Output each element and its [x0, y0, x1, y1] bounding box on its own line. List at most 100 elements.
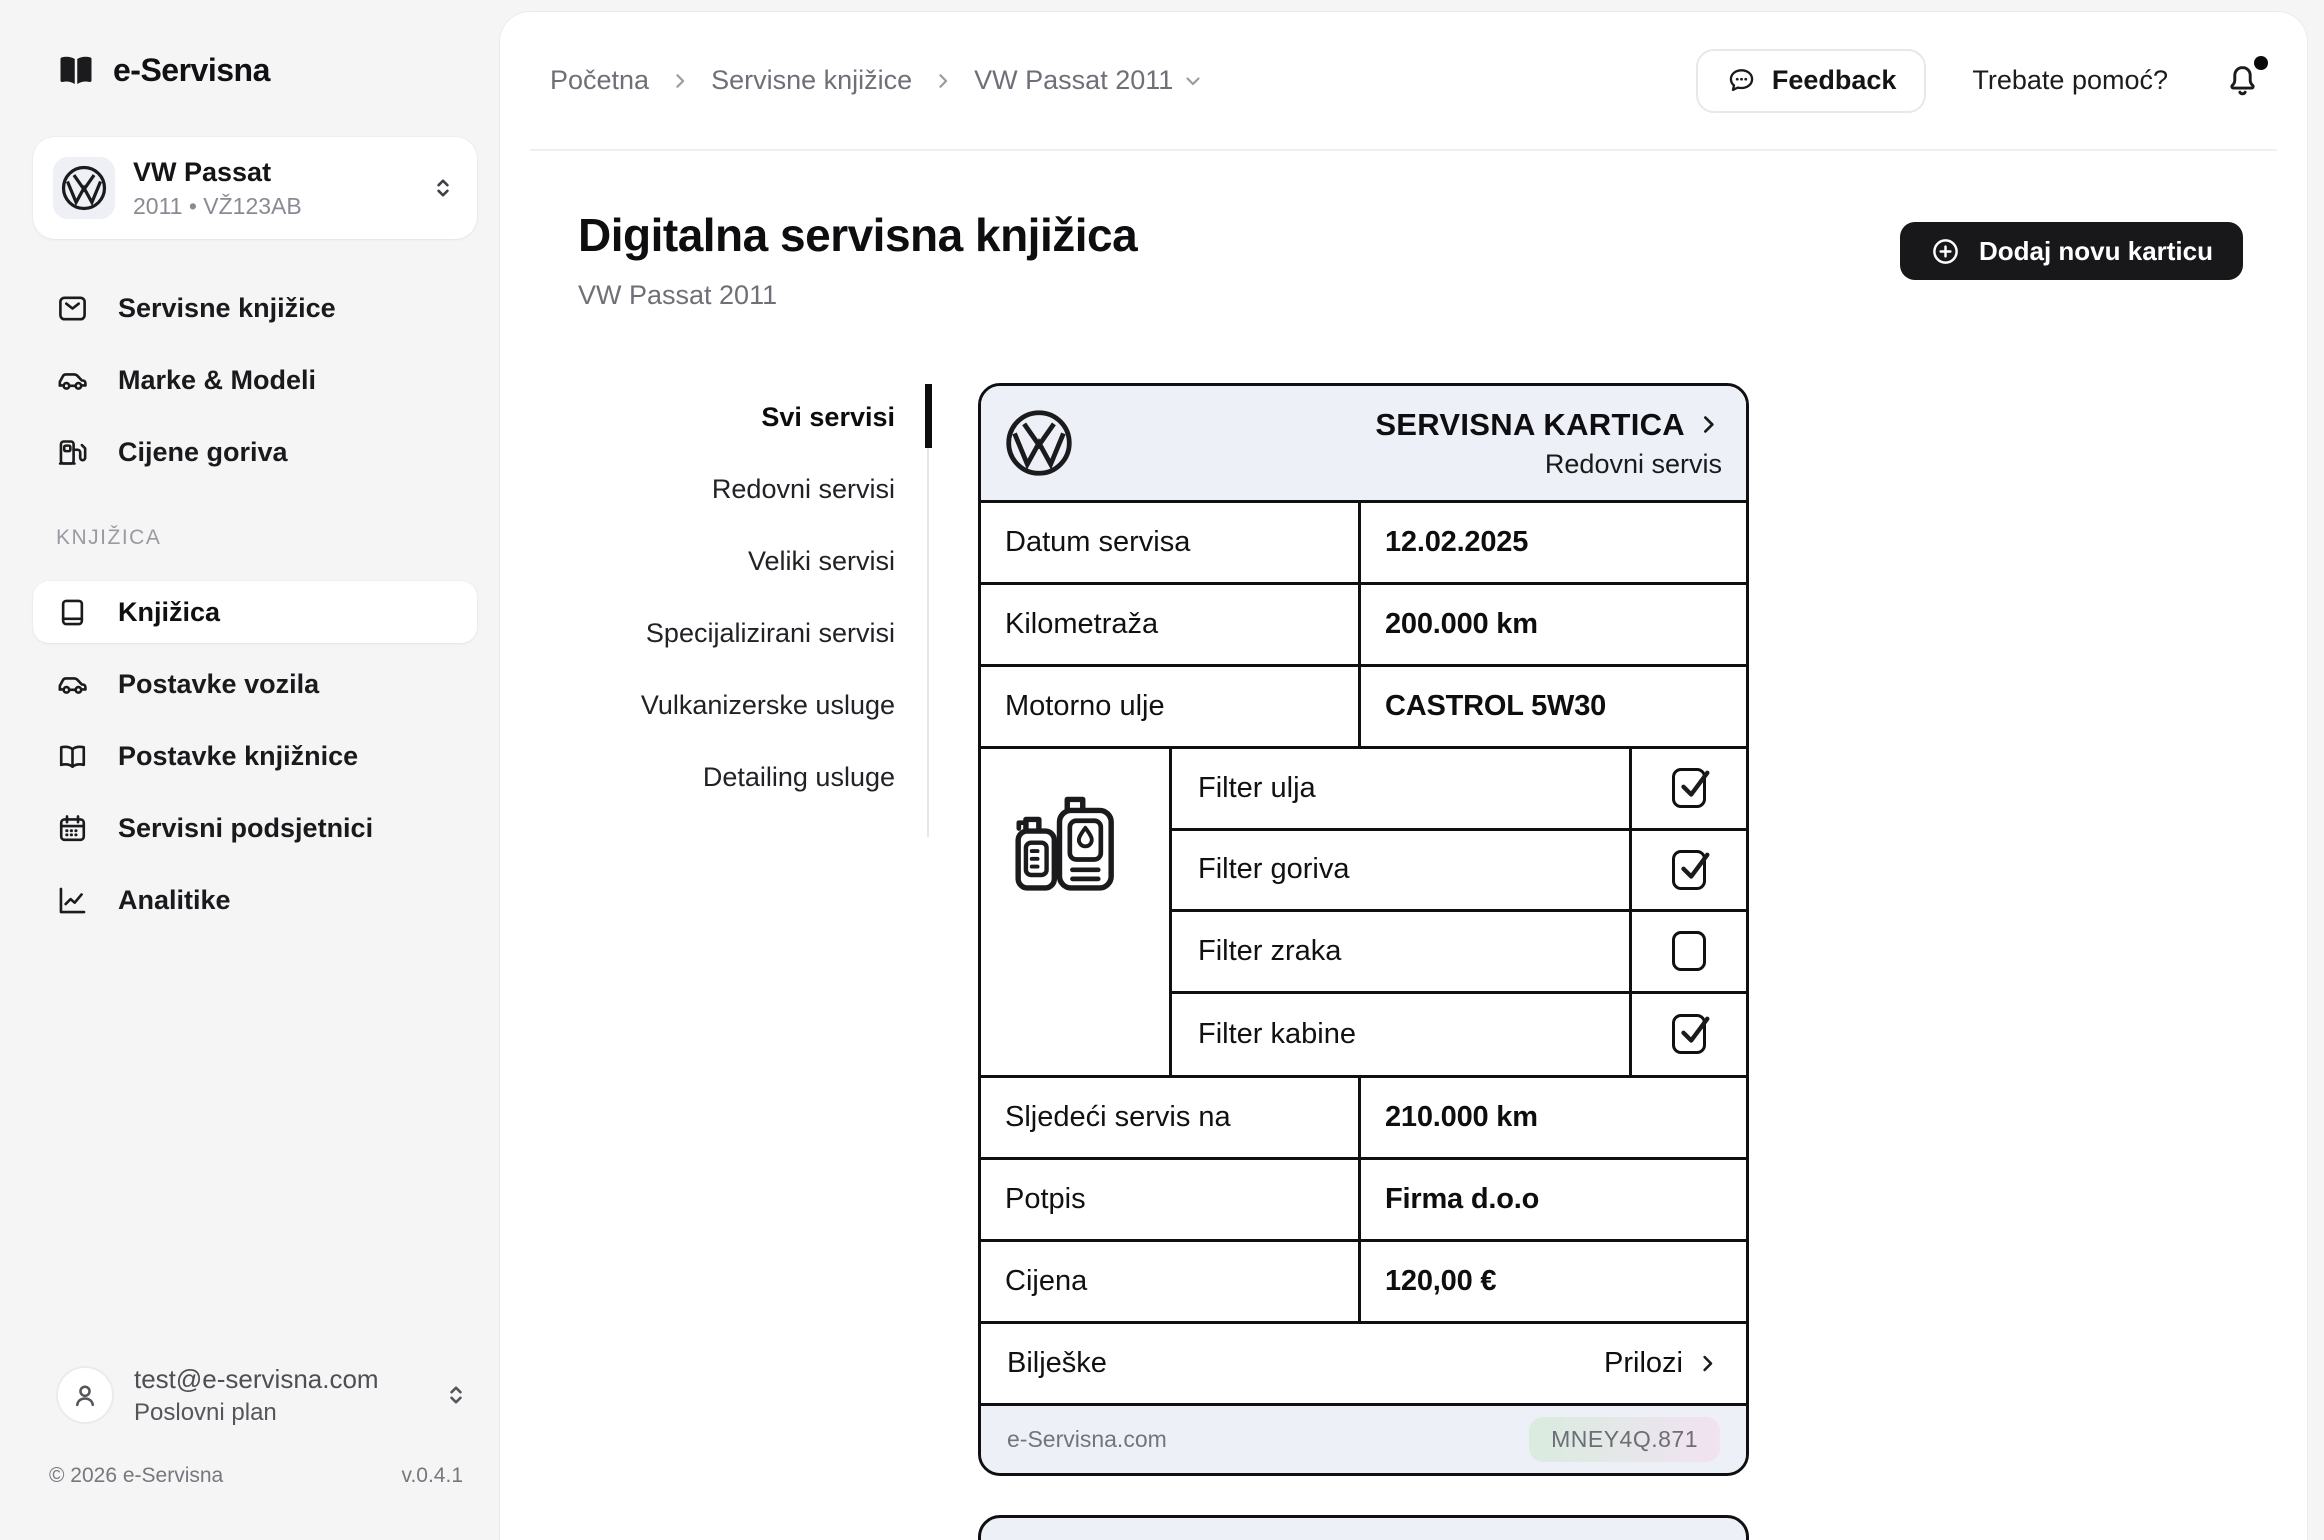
filter-goriva-checkbox[interactable]	[1632, 831, 1746, 910]
checkbox	[1672, 768, 1706, 808]
filter-row: Filter zraka	[1172, 912, 1746, 994]
sidebar-item-postavke-vozila[interactable]: Postavke vozila	[0, 648, 500, 720]
filter-zraka-checkbox[interactable]	[1632, 912, 1746, 991]
car-icon	[56, 668, 89, 701]
filters-icon-cell	[981, 749, 1172, 1075]
fuel-pump-icon	[56, 436, 89, 469]
check-icon	[1673, 763, 1715, 805]
user-email: test@e-servisna.com	[134, 1364, 442, 1395]
top-header: Početna Servisne knjižice VW Passat 2011…	[530, 12, 2277, 151]
breadcrumb-current-label: VW Passat 2011	[974, 65, 1173, 96]
filter-label: Filter kabine	[1172, 994, 1632, 1076]
vehicle-meta: VW Passat 2011 • VŽ123AB	[133, 157, 429, 220]
breadcrumb-servisne-knjizice[interactable]: Servisne knjižice	[711, 65, 912, 96]
table-row: Motorno ulje CASTROL 5W30	[981, 667, 1746, 749]
service-type-tabs: Svi servisi Redovni servisi Veliki servi…	[500, 381, 929, 813]
filter-kabine-checkbox[interactable]	[1632, 994, 1746, 1076]
sidebar-section-label: KNJIŽICA	[56, 526, 161, 550]
oil-canisters-icon	[1013, 789, 1137, 899]
chevron-right-icon	[669, 70, 691, 92]
vw-logo-icon	[1005, 409, 1073, 477]
vehicle-name: VW Passat	[133, 157, 429, 188]
user-menu[interactable]: test@e-servisna.com Poslovni plan	[30, 1356, 482, 1434]
service-card-title: SERVISNA KARTICA	[1375, 407, 1685, 443]
vehicle-details: 2011 • VŽ123AB	[133, 193, 429, 220]
sidebar-item-servisni-podsjetnici[interactable]: Servisni podsjetnici	[0, 792, 500, 864]
help-link[interactable]: Trebate pomoć?	[1972, 65, 2168, 96]
check-icon	[1673, 1009, 1715, 1051]
open-book-logo-icon	[56, 50, 96, 90]
tab-specijalizirani-servisi[interactable]: Specijalizirani servisi	[500, 597, 929, 669]
app-title: e-Servisna	[113, 52, 270, 89]
table-row: Sljedeći servis na 210.000 km	[981, 1078, 1746, 1160]
filter-label: Filter zraka	[1172, 912, 1632, 991]
tab-vulkanizerske-usluge[interactable]: Vulkanizerske usluge	[500, 669, 929, 741]
notifications-button[interactable]	[2220, 58, 2265, 103]
sidebar-item-marke-modeli[interactable]: Marke & Modeli	[0, 344, 500, 416]
main-panel: Početna Servisne knjižice VW Passat 2011…	[500, 12, 2307, 1540]
car-icon	[56, 364, 89, 397]
card-code-badge: MNEY4Q.871	[1529, 1417, 1720, 1462]
avatar	[56, 1366, 114, 1424]
filter-ulja-checkbox[interactable]	[1632, 749, 1746, 828]
attachments-link[interactable]: Prilozi	[1604, 1347, 1720, 1380]
check-icon	[1673, 845, 1715, 887]
breadcrumb-pocetna[interactable]: Početna	[550, 65, 649, 96]
chevron-right-icon	[1695, 1351, 1720, 1376]
service-card-type: Redovni servis	[1545, 449, 1722, 480]
sidebar-item-label: Postavke knjižnice	[118, 741, 358, 772]
plus-circle-icon	[1930, 236, 1961, 267]
add-card-button[interactable]: Dodaj novu karticu	[1900, 222, 2243, 280]
service-card-title-link[interactable]: SERVISNA KARTICA	[1375, 407, 1722, 443]
filters-block: Filter ulja Filter goriva Filter zraka	[981, 749, 1746, 1078]
row-value: 12.02.2025	[1361, 503, 1746, 582]
table-row: Potpis Firma d.o.o	[981, 1160, 1746, 1242]
row-value: 210.000 km	[1361, 1078, 1746, 1157]
calendar-icon	[56, 812, 89, 845]
filter-row: Filter kabine	[1172, 994, 1746, 1076]
tab-redovni-servisi[interactable]: Redovni servisi	[500, 453, 929, 525]
next-service-card[interactable]: SERVISNA KARTICA	[978, 1515, 1749, 1540]
chevron-right-icon	[932, 70, 954, 92]
sidebar-item-label: Postavke vozila	[118, 669, 319, 700]
user-meta: test@e-servisna.com Poslovni plan	[134, 1364, 442, 1427]
sidebar-item-knjizica[interactable]: Knjižica	[33, 581, 477, 643]
filter-label: Filter goriva	[1172, 831, 1632, 910]
tab-veliki-servisi[interactable]: Veliki servisi	[500, 525, 929, 597]
attachments-label: Prilozi	[1604, 1347, 1683, 1380]
filter-rows: Filter ulja Filter goriva Filter zraka	[1172, 749, 1746, 1075]
sidebar: e-Servisna VW Passat 2011 • VŽ123AB Serv…	[0, 0, 500, 1540]
vehicle-selector[interactable]: VW Passat 2011 • VŽ123AB	[33, 137, 477, 239]
tab-svi-servisi[interactable]: Svi servisi	[500, 381, 929, 453]
line-chart-icon	[56, 884, 89, 917]
table-row: Cijena 120,00 €	[981, 1242, 1746, 1324]
person-icon	[69, 1379, 101, 1411]
sidebar-item-servisne-knjizice[interactable]: Servisne knjižice	[0, 272, 500, 344]
page-subtitle: VW Passat 2011	[578, 280, 777, 311]
card-header-right: SERVISNA KARTICA Redovni servis	[1375, 407, 1722, 480]
tab-detailing-usluge[interactable]: Detailing usluge	[500, 741, 929, 813]
sidebar-item-analitike[interactable]: Analitike	[0, 864, 500, 936]
table-row: Kilometraža 200.000 km	[981, 585, 1746, 667]
notification-dot	[2254, 56, 2268, 70]
filter-label: Filter ulja	[1172, 749, 1632, 828]
filter-row: Filter ulja	[1172, 749, 1746, 831]
sidebar-item-cijene-goriva[interactable]: Cijene goriva	[0, 416, 500, 488]
breadcrumb-current-vehicle[interactable]: VW Passat 2011	[974, 65, 1205, 96]
app-root: { "app": { "name": "e-Servisna", "versio…	[0, 0, 2324, 1540]
app-logo: e-Servisna	[56, 50, 270, 90]
vw-logo-icon	[61, 165, 107, 211]
copyright-text: © 2026 e-Servisna	[49, 1464, 223, 1488]
feedback-button[interactable]: Feedback	[1696, 49, 1927, 113]
card-footer: e-Servisna.com MNEY4Q.871	[981, 1406, 1746, 1473]
sidebar-item-postavke-knjiznice[interactable]: Postavke knjižnice	[0, 720, 500, 792]
row-label: Datum servisa	[981, 503, 1361, 582]
feedback-label: Feedback	[1772, 65, 1897, 96]
row-value: 200.000 km	[1361, 585, 1746, 664]
service-books-icon	[56, 292, 89, 325]
row-label: Potpis	[981, 1160, 1361, 1239]
chevron-up-down-icon	[429, 174, 457, 202]
row-value: CASTROL 5W30	[1361, 667, 1746, 746]
sidebar-item-label: Cijene goriva	[118, 437, 288, 468]
row-value: Firma d.o.o	[1361, 1160, 1746, 1239]
